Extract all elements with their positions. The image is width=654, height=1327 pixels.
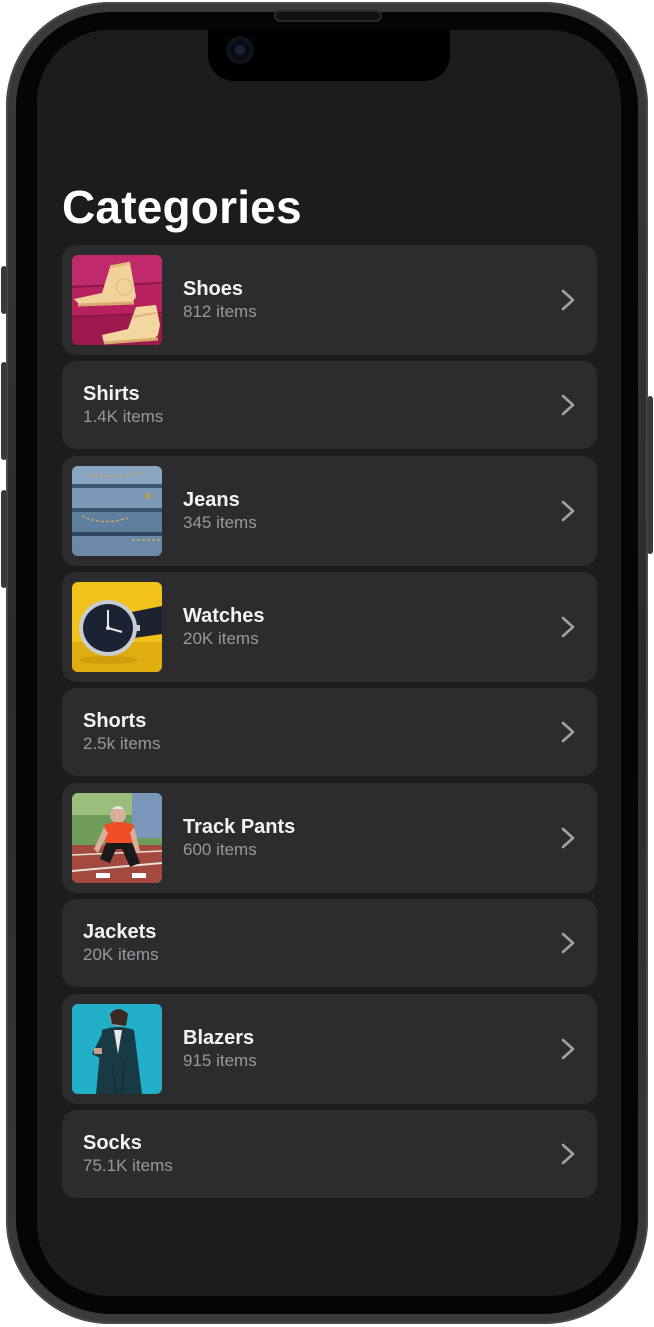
- camera-lens: [226, 36, 254, 64]
- category-name: Watches: [183, 605, 265, 627]
- category-count: 20K items: [183, 629, 259, 648]
- category-text: Socks 75.1K items: [83, 1131, 173, 1177]
- category-name: Jeans: [183, 489, 240, 511]
- category-text: Jeans 345 items: [183, 488, 257, 534]
- watches-thumbnail: [72, 582, 162, 672]
- category-count: 2.5k items: [83, 734, 161, 753]
- power-button: [647, 396, 653, 554]
- category-row-jackets[interactable]: Jackets 20K items: [62, 899, 597, 987]
- category-name: Shoes: [183, 278, 244, 300]
- category-count: 345 items: [183, 513, 257, 532]
- category-row-track-pants[interactable]: Track Pants 600 items: [62, 783, 597, 893]
- category-count: 600 items: [183, 840, 257, 859]
- chevron-right-icon: [561, 289, 575, 311]
- chevron-right-icon: [561, 616, 575, 638]
- category-list: Shoes 812 items Shirts 1.4K items Jeans …: [62, 245, 597, 1205]
- volume-down-button: [1, 490, 7, 588]
- category-text: Blazers 915 items: [183, 1026, 257, 1072]
- category-row-jeans[interactable]: Jeans 345 items: [62, 456, 597, 566]
- chevron-right-icon: [561, 500, 575, 522]
- category-name: Blazers: [183, 1027, 255, 1049]
- chevron-right-icon: [561, 1038, 575, 1060]
- category-name: Shirts: [83, 383, 140, 405]
- category-name: Shorts: [83, 710, 147, 732]
- chevron-right-icon: [561, 394, 575, 416]
- blazers-thumbnail: [72, 1004, 162, 1094]
- category-text: Shorts 2.5k items: [83, 709, 160, 755]
- category-row-socks[interactable]: Socks 75.1K items: [62, 1110, 597, 1198]
- category-text: Track Pants 600 items: [183, 815, 295, 861]
- category-count: 75.1K items: [83, 1156, 173, 1175]
- category-count: 812 items: [183, 302, 257, 321]
- category-text: Watches 20K items: [183, 604, 265, 650]
- shoes-thumbnail: [72, 255, 162, 345]
- category-text: Shirts 1.4K items: [83, 382, 163, 428]
- category-row-shoes[interactable]: Shoes 812 items: [62, 245, 597, 355]
- category-name: Track Pants: [183, 816, 296, 838]
- category-count: 20K items: [83, 945, 159, 964]
- chevron-right-icon: [561, 827, 575, 849]
- chevron-right-icon: [561, 721, 575, 743]
- page-title: Categories: [62, 181, 302, 233]
- track-pants-thumbnail: [72, 793, 162, 883]
- category-row-watches[interactable]: Watches 20K items: [62, 572, 597, 682]
- category-name: Socks: [83, 1132, 142, 1154]
- category-name: Jackets: [83, 921, 157, 943]
- category-row-blazers[interactable]: Blazers 915 items: [62, 994, 597, 1104]
- silent-switch: [1, 266, 7, 314]
- category-count: 915 items: [183, 1051, 257, 1070]
- category-row-shirts[interactable]: Shirts 1.4K items: [62, 361, 597, 449]
- app-screen: Categories Shoes 812 items Shirts 1.4K i…: [37, 30, 621, 1296]
- category-text: Shoes 812 items: [183, 277, 257, 323]
- volume-up-button: [1, 362, 7, 460]
- jeans-thumbnail: [72, 466, 162, 556]
- category-text: Jackets 20K items: [83, 920, 159, 966]
- category-row-shorts[interactable]: Shorts 2.5k items: [62, 688, 597, 776]
- chevron-right-icon: [561, 1143, 575, 1165]
- earpiece-speaker: [274, 10, 382, 22]
- category-count: 1.4K items: [83, 407, 164, 426]
- chevron-right-icon: [561, 932, 575, 954]
